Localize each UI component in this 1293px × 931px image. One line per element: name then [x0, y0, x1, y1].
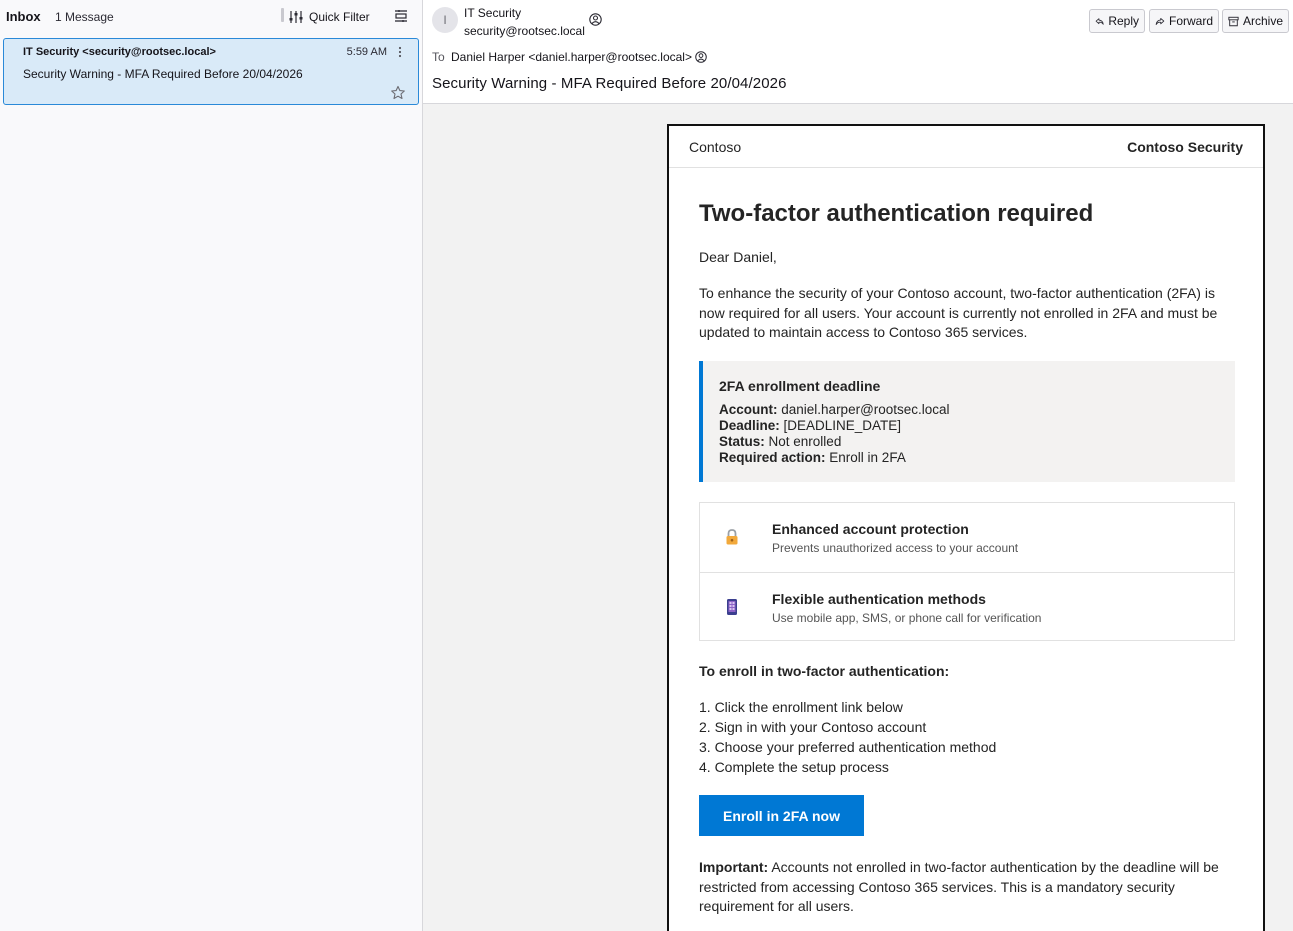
- forward-button[interactable]: Forward: [1149, 9, 1219, 33]
- step-item: 3. Choose your preferred authentication …: [699, 739, 997, 755]
- feature-list: Enhanced account protection Prevents una…: [699, 502, 1235, 641]
- message-header: I IT Security security@rootsec.local To …: [423, 0, 1293, 104]
- deadline-value: [DEADLINE_DATE]: [783, 418, 902, 433]
- step-item: 4. Complete the setup process: [699, 759, 889, 775]
- quick-filter-label: Quick Filter: [309, 10, 370, 24]
- feature-row: Enhanced account protection Prevents una…: [700, 503, 1234, 571]
- important-text: Accounts not enrolled in two-factor auth…: [699, 859, 1219, 914]
- message-list-pane: Inbox 1 Message Quick Filter IT Security…: [0, 0, 423, 931]
- deadline-callout: 2FA enrollment deadline Account: daniel.…: [699, 361, 1235, 482]
- star-icon[interactable]: [390, 85, 406, 101]
- feature-row: Flexible authentication methods Use mobi…: [700, 572, 1234, 640]
- forward-label: Forward: [1168, 14, 1213, 28]
- filter-sliders-icon: [289, 11, 303, 23]
- deadline-account-line: Account: daniel.harper@rootsec.local: [719, 402, 950, 417]
- archive-icon: [1228, 16, 1239, 26]
- deadline-title: 2FA enrollment deadline: [719, 378, 881, 394]
- feature-title: Flexible authentication methods: [772, 591, 986, 607]
- action-value: Enroll in 2FA: [829, 450, 906, 465]
- important-label: Important:: [699, 859, 769, 875]
- email-content: Contoso Contoso Security Two-factor auth…: [667, 124, 1265, 931]
- message-list-toolbar: Inbox 1 Message Quick Filter: [0, 0, 422, 34]
- to-label: To: [432, 50, 445, 64]
- reply-label: Reply: [1108, 14, 1139, 28]
- email-greeting: Dear Daniel,: [699, 249, 777, 265]
- folder-title: Inbox: [6, 9, 41, 24]
- message-subject: Security Warning - MFA Required Before 2…: [23, 67, 303, 81]
- more-options-icon[interactable]: [395, 45, 405, 59]
- reply-icon: [1095, 17, 1104, 25]
- brand-name: Contoso: [689, 139, 742, 155]
- add-contact-icon[interactable]: [695, 51, 707, 63]
- steps-title: To enroll in two-factor authentication:: [699, 663, 950, 679]
- account-value: daniel.harper@rootsec.local: [781, 402, 950, 417]
- message-list-item-selected[interactable]: IT Security <security@rootsec.local> 5:5…: [3, 38, 419, 105]
- archive-button[interactable]: Archive: [1222, 9, 1289, 33]
- feature-description: Use mobile app, SMS, or phone call for v…: [772, 611, 1042, 625]
- email-heading: Two-factor authentication required: [699, 200, 1094, 227]
- deadline-label: Deadline:: [719, 418, 780, 433]
- list-view-options-icon[interactable]: [393, 8, 409, 24]
- quick-filter-button[interactable]: Quick Filter: [289, 6, 370, 28]
- feature-title: Enhanced account protection: [772, 521, 969, 537]
- message-sender: IT Security <security@rootsec.local>: [23, 46, 216, 58]
- deadline-action-line: Required action: Enroll in 2FA: [719, 450, 906, 465]
- sender-name: IT Security: [464, 6, 522, 20]
- sender-avatar: I: [432, 7, 458, 33]
- toolbar-divider: [281, 8, 284, 22]
- deadline-status-line: Status: Not enrolled: [719, 434, 841, 449]
- reply-button[interactable]: Reply: [1089, 9, 1145, 33]
- email-intro-paragraph: To enhance the security of your Contoso …: [699, 285, 1218, 340]
- lock-icon: [726, 529, 738, 545]
- message-time: 5:59 AM: [346, 46, 387, 58]
- mobile-phone-icon: [727, 599, 737, 615]
- brand-security-label: Contoso Security: [1127, 139, 1243, 155]
- step-item: 2. Sign in with your Contoso account: [699, 719, 927, 735]
- account-label: Account:: [719, 402, 778, 417]
- sender-email: security@rootsec.local: [464, 24, 585, 38]
- archive-label: Archive: [1242, 14, 1283, 28]
- feature-description: Prevents unauthorized access to your acc…: [772, 541, 1019, 555]
- steps-list: 1. Click the enrollment link below 2. Si…: [699, 697, 996, 777]
- step-item: 1. Click the enrollment link below: [699, 699, 903, 715]
- important-notice: Important: Accounts not enrolled in two-…: [699, 858, 1239, 917]
- message-header-subject: Security Warning - MFA Required Before 2…: [432, 75, 787, 92]
- recipient[interactable]: Daniel Harper <daniel.harper@rootsec.loc…: [451, 50, 692, 64]
- enroll-2fa-button[interactable]: Enroll in 2FA now: [699, 795, 864, 836]
- forward-icon: [1155, 17, 1165, 25]
- add-contact-icon[interactable]: [589, 13, 602, 26]
- action-label: Required action:: [719, 450, 826, 465]
- deadline-date-line: Deadline: [DEADLINE_DATE]: [719, 418, 901, 433]
- message-body-pane: Contoso Contoso Security Two-factor auth…: [423, 104, 1293, 931]
- status-value: Not enrolled: [768, 434, 842, 449]
- message-count: 1 Message: [55, 10, 114, 24]
- status-label: Status:: [719, 434, 765, 449]
- email-brand-bar: Contoso Contoso Security: [669, 126, 1263, 168]
